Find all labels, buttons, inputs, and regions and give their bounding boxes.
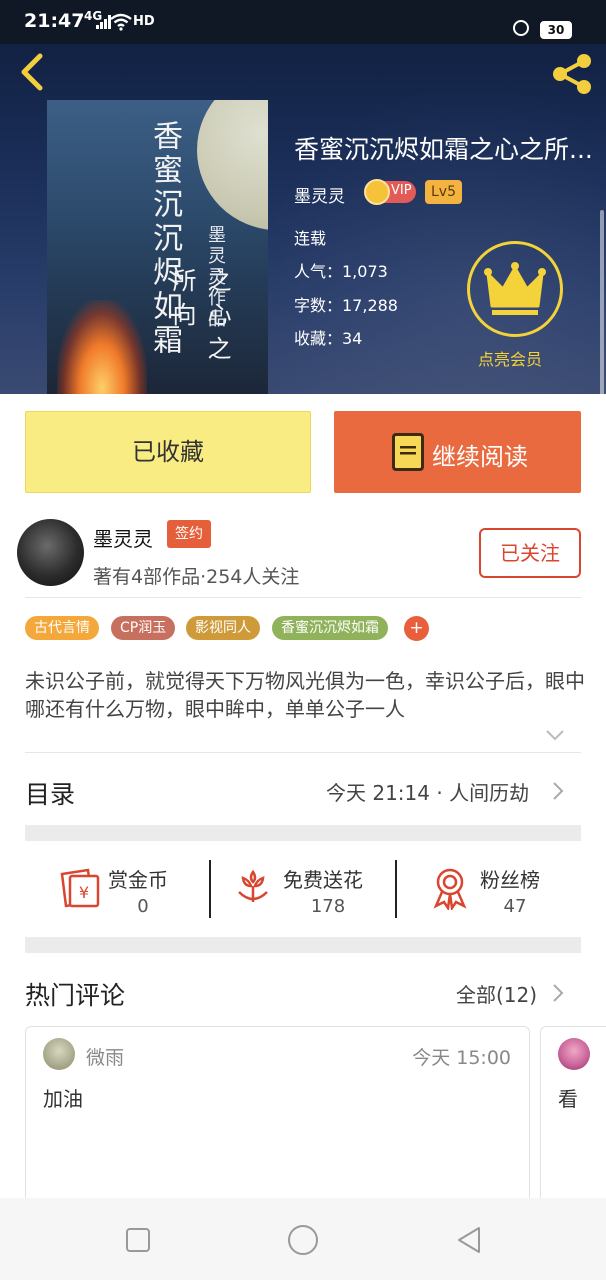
collected-button[interactable]: 已收藏	[25, 411, 311, 493]
author-stats: 著有4部作品·254人关注	[93, 566, 300, 588]
share-icon[interactable]	[548, 52, 596, 96]
section-separator	[25, 937, 581, 953]
comment-card[interactable]: 微雨 今天 15:00 加油	[25, 1026, 530, 1206]
coin-envelope-icon: ¥	[60, 868, 100, 908]
comment-text: 看	[558, 1087, 578, 1111]
book-popularity: 人气：1,073	[294, 262, 388, 281]
cover-fire	[57, 300, 147, 394]
author-avatar[interactable]	[17, 519, 84, 586]
reward-coin-button[interactable]: ¥ 赏金币 0	[58, 856, 208, 926]
author-name[interactable]: 墨灵灵	[93, 523, 153, 552]
add-tag-button[interactable]: +	[404, 616, 429, 641]
crown-icon	[484, 262, 546, 315]
back-button[interactable]	[14, 52, 54, 92]
member-button[interactable]	[467, 241, 563, 337]
divider	[25, 597, 581, 598]
flower-count: 178	[310, 896, 346, 917]
member-label[interactable]: 点亮会员	[478, 346, 542, 370]
catalog-title[interactable]: 目录	[25, 775, 75, 811]
chevron-down-icon[interactable]	[545, 728, 565, 742]
reward-coin-label: 赏金币	[108, 868, 168, 892]
comment-card[interactable]: 看	[540, 1026, 606, 1206]
comment-text: 加油	[43, 1087, 83, 1111]
level-badge: Lv5	[425, 180, 462, 204]
vip-crown-icon	[364, 179, 390, 205]
follow-button[interactable]: 已关注	[479, 528, 581, 578]
synopsis[interactable]: 未识公子前，就觉得天下万物风光俱为一色，幸识公子后，眼中哪还有什么万物，眼中眸中…	[25, 667, 585, 723]
section-separator	[25, 825, 581, 841]
status-bar: 21:47 4G HD 30	[0, 0, 606, 44]
tag-drama-fanfic[interactable]: 影视同人	[186, 616, 260, 640]
book-favorites: 收藏：34	[294, 329, 363, 348]
continue-read-label: 继续阅读	[432, 443, 528, 471]
fan-ranking-button[interactable]: 粉丝榜 47	[430, 856, 580, 926]
tag-series[interactable]: 香蜜沉沉烬如霜	[272, 616, 388, 640]
comment-time: 今天 15:00	[412, 1047, 511, 1069]
divider	[25, 752, 581, 753]
tag-ancient-romance[interactable]: 古代言情	[25, 616, 99, 640]
reward-coin-count: 0	[137, 896, 149, 917]
book-icon	[392, 433, 424, 471]
back-nav-icon[interactable]	[455, 1225, 483, 1255]
send-flower-button[interactable]: 免费送花 178	[233, 856, 383, 926]
recent-apps-icon[interactable]	[125, 1227, 151, 1253]
continue-read-button[interactable]: 继续阅读	[334, 411, 581, 493]
cover-author: 墨灵灵作品	[205, 225, 226, 330]
book-header: 21:47 4G HD 30 香蜜沉沉烬如霜 之心之所向 墨灵灵作品 香蜜沉沉烬…	[0, 0, 606, 394]
battery-indicator: 30	[540, 21, 572, 39]
medal-icon	[433, 868, 467, 910]
vip-badge: VIP	[364, 179, 416, 205]
commenter-avatar[interactable]	[558, 1038, 590, 1070]
latest-chapter[interactable]: 今天 21:14 · 人间历劫	[326, 777, 529, 806]
divider	[395, 860, 397, 918]
divider	[209, 860, 211, 918]
wifi-icon	[110, 13, 132, 31]
vip-label: VIP	[391, 183, 412, 198]
commenter-name[interactable]: 微雨	[86, 1043, 124, 1070]
book-title: 香蜜沉沉烬如霜之心之所...	[294, 135, 593, 164]
status-time: 21:47	[24, 10, 85, 32]
fan-ranking-label: 粉丝榜	[480, 868, 540, 892]
send-flower-label: 免费送花	[283, 868, 363, 892]
signed-badge: 签约	[167, 520, 211, 548]
all-comments-link[interactable]: 全部(12)	[456, 979, 537, 1008]
book-word-count: 字数：17,288	[294, 296, 398, 315]
book-cover[interactable]: 香蜜沉沉烬如霜 之心之所向 墨灵灵作品	[47, 100, 268, 394]
scrollbar	[600, 210, 604, 394]
book-status: 连载	[294, 229, 327, 248]
svg-text:¥: ¥	[79, 883, 89, 902]
rotation-lock-icon	[513, 20, 529, 36]
hot-comments-title: 热门评论	[25, 981, 126, 1010]
flower-icon	[238, 869, 268, 902]
tag-cp-runyu[interactable]: CP润玉	[111, 616, 176, 640]
home-icon[interactable]	[287, 1224, 319, 1256]
fan-ranking-count: 47	[503, 896, 527, 917]
book-author[interactable]: 墨灵灵	[294, 182, 345, 207]
chevron-right-icon[interactable]	[551, 982, 565, 1004]
hd-indicator: HD	[133, 14, 155, 29]
system-nav-bar	[0, 1198, 606, 1280]
cover-moon	[197, 100, 268, 230]
chevron-right-icon[interactable]	[551, 780, 565, 802]
commenter-avatar[interactable]	[43, 1038, 75, 1070]
